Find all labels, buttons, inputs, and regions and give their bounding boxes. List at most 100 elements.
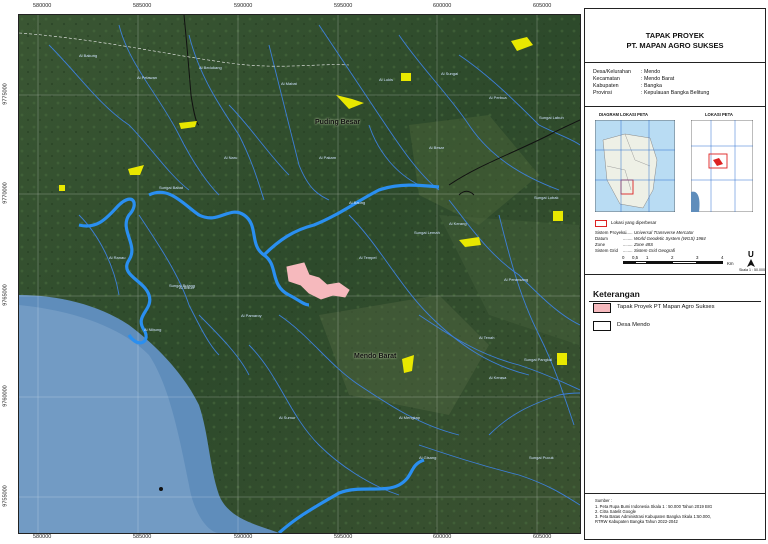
legend-heading: Keterangan [593, 289, 640, 299]
river-label: Sungai Pangkal [524, 357, 553, 362]
scale-tick: 1 [646, 255, 649, 260]
river-label: Ai Gisang [419, 455, 437, 460]
river-label: Ai Kerang [449, 221, 467, 226]
river-label: Ai Mengkap [399, 415, 421, 420]
map-subtitle: PT. MAPAN AGRO SUKSES [626, 41, 724, 50]
info-label: Kabupaten [593, 83, 619, 89]
map-sheet: 580000 585000 590000 595000 600000 60500… [0, 0, 768, 544]
river-label: Ai Mabat [281, 81, 297, 86]
left-y-tick: 9755000 [2, 485, 9, 507]
river-label: Ai Peransang [504, 277, 529, 282]
info-label: Provinsi [593, 90, 612, 96]
scale-tick: 4 [721, 255, 724, 260]
datum-label: Datum [595, 236, 608, 241]
top-x-tick: 605000 [533, 3, 552, 9]
bottom-x-tick: 605000 [533, 534, 552, 540]
scale-tick: 0,5 [632, 255, 639, 260]
left-y-tick: 9775000 [2, 83, 9, 105]
river-label: Ai Bakung [79, 53, 98, 58]
river-label: Ai Baung [349, 200, 366, 205]
info-value: : Bangka [641, 83, 662, 89]
info-value: : Mendo Barat [641, 76, 675, 82]
zone-label: Zone [595, 242, 606, 247]
left-y-tick: 9765000 [2, 284, 9, 306]
locator-map [691, 120, 753, 212]
river-label: Sungai Pucuk [529, 455, 554, 460]
legend-label-project: Tapak Proyek PT Mapan Agro Sukses [617, 304, 715, 310]
scale-text: Skala 1 : 50.000 [739, 268, 765, 272]
place-label-mendo-barat: Mendo Barat [354, 353, 397, 360]
top-x-tick: 580000 [33, 3, 52, 9]
grid-label: Sistem Grid [595, 248, 618, 253]
river-label: Ai Naru [224, 155, 238, 160]
river-label: Ai Sungai [441, 71, 459, 76]
projection-value: ........ Universal Transverse Mercator [623, 230, 694, 235]
left-y-tick: 9770000 [2, 182, 9, 204]
source-title: Sumber : [595, 498, 612, 503]
top-x-tick: 590000 [234, 3, 253, 9]
river-label: Ai Pamaroy [241, 313, 262, 318]
projection-label: Sistem Proyeksi [595, 230, 627, 235]
river-label: Ai Kerasa [489, 375, 507, 380]
river-label: Sungai Lemah [414, 230, 440, 235]
divider [585, 493, 765, 494]
info-value: : Mendo [641, 69, 661, 75]
river-label: Sungai Babat [159, 185, 184, 190]
river-label: Ai Lukis [379, 77, 394, 82]
bottom-x-tick: 600000 [433, 534, 452, 540]
grid-value: ........ Sistem Grid Geografi [623, 248, 675, 253]
map-canvas [19, 15, 580, 533]
scale-tick: 0 [622, 255, 625, 260]
index-maps-block: DIAGRAM LOKASI PETA LOKASI PETA Lokasi y… [585, 106, 765, 275]
diagram-map [595, 120, 675, 212]
top-x-tick: 595000 [334, 3, 353, 9]
river-label: Ai Tempel [359, 255, 377, 260]
river-label: Ai Bedukang [199, 65, 222, 70]
source-line: RTRW Kabupaten Bangka Tahun 2022-2042 [595, 519, 678, 524]
info-value: : Kepulauan Bangka Belitung [641, 90, 710, 96]
river-label: Sungai Lobak [534, 195, 559, 200]
legend-swatch-desa [593, 321, 611, 331]
place-label-puding-besar: Puding Besar [315, 119, 361, 126]
selected-area-label: Lokasi yang diperbesar [611, 220, 657, 225]
scale-tick: 2 [671, 255, 674, 260]
bottom-x-tick: 590000 [234, 534, 253, 540]
zone-value: ........ Zone 48S [623, 242, 654, 247]
river-label: Sungai Labuh [539, 115, 564, 120]
bottom-x-tick: 585000 [133, 534, 152, 540]
river-label: Ai Perbua [489, 95, 507, 100]
divider [589, 301, 761, 302]
river-label: Ai Besar [429, 145, 445, 150]
info-label: Kecamatan [593, 76, 620, 82]
lokasi-title: LOKASI PETA [705, 112, 733, 117]
bottom-x-tick: 580000 [33, 534, 52, 540]
scale-unit: Km [727, 261, 734, 266]
main-map[interactable]: Puding Besar Mendo Barat Ai Bakung Ai Pe… [18, 14, 581, 534]
river-label: Sungai Bujang [169, 283, 196, 288]
river-label: Ai Pakam [319, 155, 337, 160]
legend-swatch-project [593, 303, 611, 313]
river-label: Ai Pelawan [137, 75, 158, 80]
legend-panel: TAPAK PROYEK PT. MAPAN AGRO SUKSES Desa/… [584, 8, 766, 540]
river-label: Ai Ranau [109, 255, 126, 260]
legend-label-desa: Desa Mendo [617, 322, 650, 328]
landmark-dot [159, 487, 163, 491]
left-y-tick: 9760000 [2, 385, 9, 407]
bottom-x-tick: 595000 [334, 534, 353, 540]
scale-bar [623, 261, 723, 264]
datum-value: ........ World Geodetic System (WGS) 198… [623, 236, 706, 241]
river-label: Ai Nibung [144, 327, 162, 332]
river-label: Ai Sumur [279, 415, 296, 420]
top-x-tick: 585000 [133, 3, 152, 9]
map-title: TAPAK PROYEK [645, 31, 705, 40]
selected-area-swatch [595, 220, 607, 227]
diagram-title: DIAGRAM LOKASI PETA [599, 112, 649, 117]
north-arrow-icon: U [748, 250, 754, 259]
top-x-tick: 600000 [433, 3, 452, 9]
info-label: Desa/Kelurahan [593, 69, 631, 75]
title-block: TAPAK PROYEK PT. MAPAN AGRO SUKSES [585, 9, 765, 63]
location-info: Desa/Kelurahan : Mendo Kecamatan : Mendo B… [585, 62, 765, 107]
north-arrow-shape [747, 259, 755, 267]
river-label: Ai Tenah [479, 335, 495, 340]
scale-tick: 3 [696, 255, 699, 260]
